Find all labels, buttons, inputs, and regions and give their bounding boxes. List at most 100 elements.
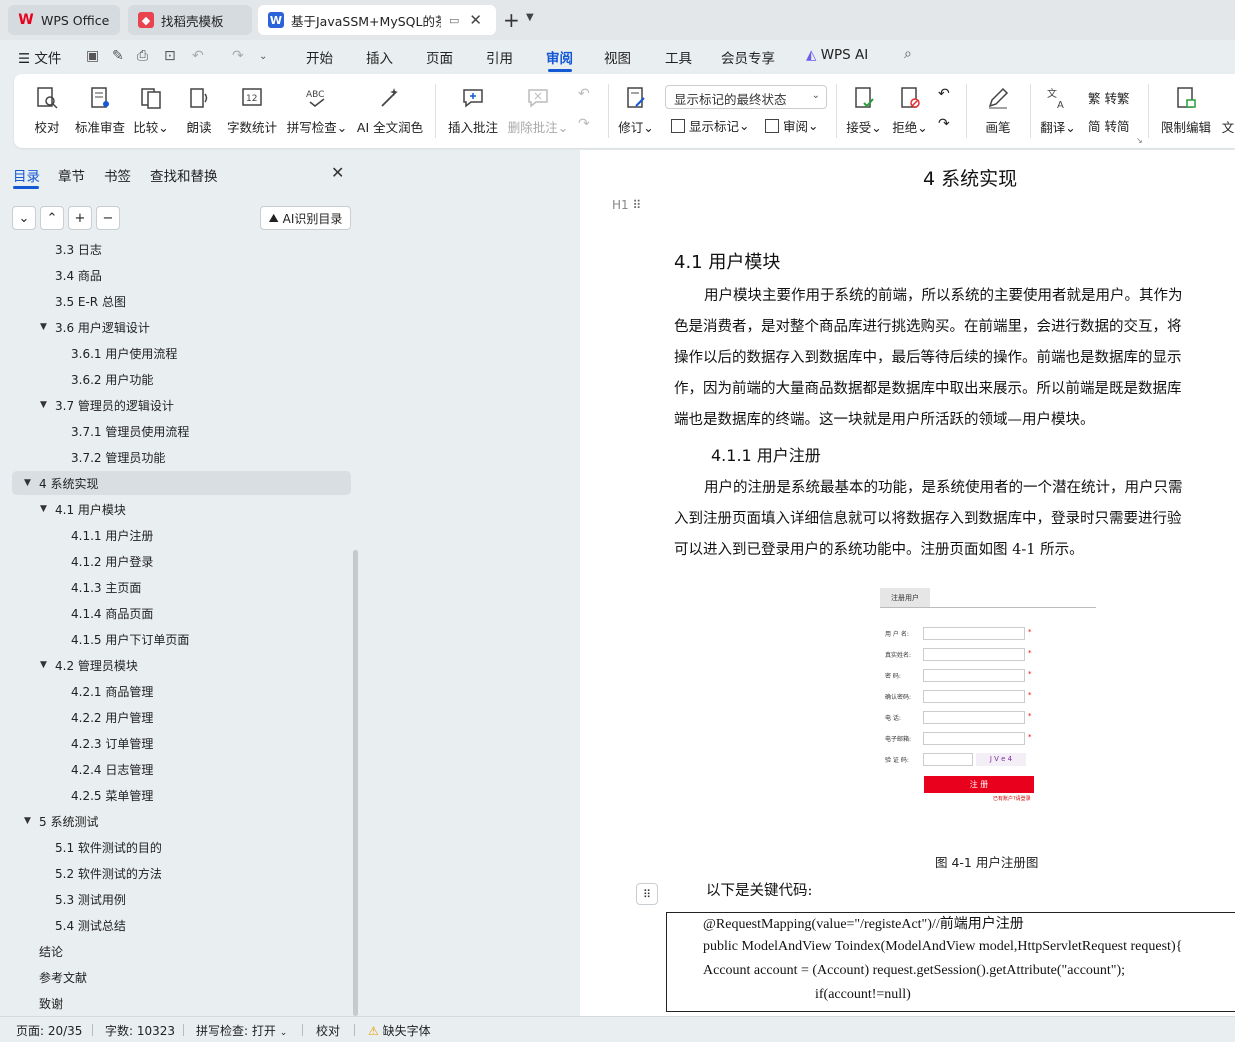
subsection-heading[interactable]: 4.1.1 用户注册: [711, 442, 821, 466]
search-icon[interactable]: ⌕: [904, 46, 912, 62]
to-traditional-button[interactable]: 繁转繁: [1088, 88, 1130, 107]
toc-scrollbar[interactable]: [353, 550, 358, 1016]
proofread-status[interactable]: 校对: [316, 1022, 340, 1039]
paragraph-user-module[interactable]: 用户模块主要作用于系统的前端，所以系统的主要使用者就是用户。其作为 色是消费者，…: [674, 281, 1235, 436]
menu-member[interactable]: 会员专享: [721, 47, 775, 67]
toc-expand-arrow-icon[interactable]: ▼: [40, 660, 47, 670]
toc-item[interactable]: 3.6.1 用户使用流程: [12, 341, 351, 365]
toc-item[interactable]: 4.2.2 用户管理: [12, 705, 351, 729]
drag-handle-icon[interactable]: ⠿: [636, 883, 658, 905]
spell-check-status[interactable]: 拼写检查: 打开 ⌄: [196, 1022, 287, 1039]
word-count-indicator[interactable]: 字数: 10323: [105, 1022, 175, 1039]
menu-home[interactable]: 开始: [306, 47, 333, 67]
toc-item[interactable]: 5.4 测试总结: [12, 913, 351, 937]
spell-check-button[interactable]: ABC 拼写检查⌄: [284, 74, 350, 148]
toc-item[interactable]: ▼ 4.1 用户模块: [12, 497, 351, 521]
expand-group-icon[interactable]: ↘: [1136, 136, 1143, 145]
toc-item[interactable]: 4.1.5 用户下订单页面: [12, 627, 351, 651]
section-heading[interactable]: 4.1 用户模块: [674, 248, 780, 274]
missing-font-status[interactable]: ⚠ 缺失字体: [368, 1022, 431, 1039]
previous-change-icon[interactable]: ↶: [938, 86, 950, 102]
toc-expand-arrow-icon[interactable]: ▼: [24, 478, 31, 488]
key-code-intro[interactable]: 以下是关键代码:: [706, 879, 812, 900]
toc-item[interactable]: 4.2.4 日志管理: [12, 757, 351, 781]
page-indicator[interactable]: 页面: 20/35: [16, 1022, 82, 1039]
toc-item[interactable]: 4.2.1 商品管理: [12, 679, 351, 703]
chevron-down-icon[interactable]: ▼: [526, 12, 534, 23]
document-partial-button[interactable]: 文: [1218, 74, 1235, 148]
delete-comment-button[interactable]: 删除批注⌄: [506, 74, 570, 148]
print-icon[interactable]: ⎙: [137, 48, 148, 64]
toc-expand-arrow-icon[interactable]: ▼: [40, 504, 47, 514]
paragraph-user-register[interactable]: 用户的注册是系统最基本的功能，是系统使用者的一个潜在统计，用户只需 入到注册页面…: [674, 473, 1235, 566]
menu-tools[interactable]: 工具: [665, 47, 692, 67]
toc-item[interactable]: 5.3 测试用例: [12, 887, 351, 911]
standard-review-button[interactable]: 标准审查: [72, 74, 128, 148]
toc-item[interactable]: 参考文献: [12, 965, 351, 989]
figure-caption[interactable]: 图 4-1 用户注册图: [935, 852, 1038, 871]
previous-comment-icon[interactable]: ↶: [578, 86, 590, 102]
toc-item[interactable]: 3.3 日志: [12, 238, 351, 261]
review-pane-button[interactable]: 审阅 ⌄: [765, 116, 819, 135]
chapter-heading[interactable]: 4 系统实现: [923, 164, 1017, 191]
toc-item[interactable]: 4.1.2 用户登录: [12, 549, 351, 573]
save-icon[interactable]: ▣: [86, 48, 99, 64]
document-page[interactable]: 4 系统实现 H1 ⠿ 4.1 用户模块 用户模块主要作用于系统的前端，所以系统…: [580, 150, 1235, 1016]
tab-daoke-templates[interactable]: ◆ 找稻壳模板: [128, 5, 252, 35]
toc-item[interactable]: 4.1.1 用户注册: [12, 523, 351, 547]
add-heading-button[interactable]: +: [68, 206, 92, 230]
tab-find-replace[interactable]: 查找和替换: [150, 165, 218, 185]
compare-button[interactable]: 比较⌄: [132, 74, 170, 148]
toc-item[interactable]: 4.2.3 订单管理: [12, 731, 351, 755]
menu-references[interactable]: 引用: [486, 47, 513, 67]
tab-document[interactable]: W 基于JavaSSM+MySQL的茶叶 ▭ ✕: [258, 5, 496, 35]
toc-item[interactable]: 5.1 软件测试的目的: [12, 835, 351, 859]
next-comment-icon[interactable]: ↷: [578, 116, 590, 132]
menu-insert[interactable]: 插入: [366, 47, 393, 67]
tab-sections[interactable]: 章节: [58, 165, 85, 185]
expand-down-button[interactable]: ⌄: [12, 206, 36, 230]
toc-item[interactable]: ▼ 3.6 用户逻辑设计: [12, 315, 351, 339]
accept-button[interactable]: 接受⌄: [844, 74, 884, 148]
new-tab-icon[interactable]: +: [503, 8, 520, 32]
menu-view[interactable]: 视图: [604, 47, 631, 67]
tab-toc[interactable]: 目录: [13, 165, 40, 185]
ai-toc-button[interactable]: ⛰ AI识别目录: [260, 206, 351, 230]
remove-heading-button[interactable]: −: [96, 206, 120, 230]
toc-expand-arrow-icon[interactable]: ▼: [24, 816, 31, 826]
track-changes-button[interactable]: 修订⌄: [616, 74, 656, 148]
monitor-icon[interactable]: ▭: [449, 14, 459, 27]
insert-comment-button[interactable]: 插入批注: [444, 74, 502, 148]
tab-wps-office[interactable]: W WPS Office: [8, 5, 120, 35]
toc-item[interactable]: 3.6.2 用户功能: [12, 367, 351, 391]
code-block[interactable]: @RequestMapping(value="/registeAct")//前端…: [666, 912, 1235, 1012]
register-form-figure[interactable]: 注册用户 用 户 名: * 真实姓名: * 密 码: * 确认密码: * 电 话: * 电…: [880, 588, 1100, 808]
toc-item[interactable]: 4.1.3 主页面: [12, 575, 351, 599]
toc-item[interactable]: ▼ 3.7 管理员的逻辑设计: [12, 393, 351, 417]
collapse-up-button[interactable]: ⌃: [40, 206, 64, 230]
redo-icon[interactable]: ↷: [232, 48, 244, 64]
menu-page[interactable]: 页面: [426, 47, 453, 67]
menu-wps-ai[interactable]: ◭ WPS AI: [806, 47, 868, 63]
translate-button[interactable]: 文A 翻译⌄: [1038, 74, 1078, 148]
toc-item[interactable]: 4.1.4 商品页面: [12, 601, 351, 625]
heading-marker[interactable]: H1 ⠿: [612, 198, 641, 212]
close-icon[interactable]: ✕: [331, 163, 344, 182]
toc-expand-arrow-icon[interactable]: ▼: [40, 400, 47, 410]
brush-icon[interactable]: ✎: [112, 48, 124, 64]
toc-expand-arrow-icon[interactable]: ▼: [40, 322, 47, 332]
reject-button[interactable]: 拒绝⌄: [890, 74, 930, 148]
read-aloud-button[interactable]: 朗读: [180, 74, 218, 148]
ai-polish-button[interactable]: AI 全文润色: [354, 74, 426, 148]
toc-item[interactable]: ▼ 5 系统测试: [12, 809, 351, 833]
menu-file[interactable]: ☰ 文件: [18, 47, 61, 67]
markup-mode-select[interactable]: 显示标记的最终状态 ⌄: [665, 85, 827, 109]
toc-item[interactable]: ▼ 4 系统实现: [12, 471, 351, 495]
toc-item[interactable]: ▼ 4.2 管理员模块: [12, 653, 351, 677]
proofread-button[interactable]: 校对: [28, 74, 66, 148]
toc-item[interactable]: 3.7.1 管理员使用流程: [12, 419, 351, 443]
toc-item[interactable]: 3.7.2 管理员功能: [12, 445, 351, 469]
to-simplified-button[interactable]: 简转简: [1088, 116, 1130, 135]
undo-icon[interactable]: ↶: [192, 48, 204, 64]
tab-bookmarks[interactable]: 书签: [104, 165, 131, 185]
